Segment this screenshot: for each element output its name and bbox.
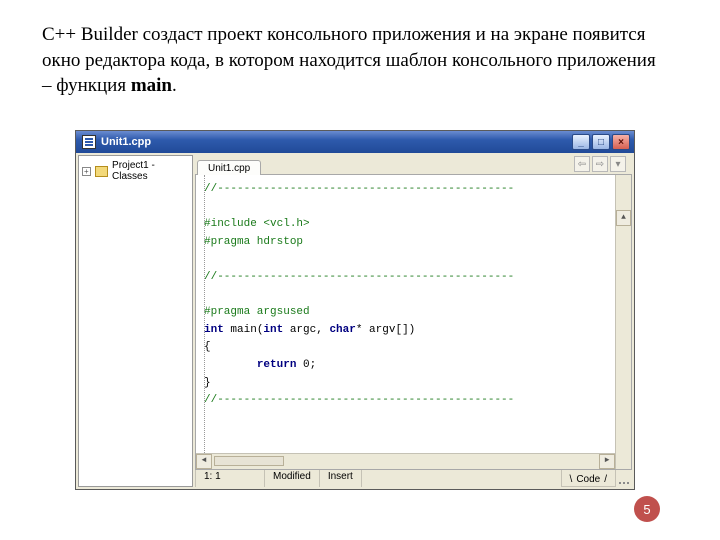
- horizontal-scrollbar[interactable]: ◄ ►: [196, 453, 615, 469]
- scroll-thumb[interactable]: [214, 456, 284, 466]
- status-insert-mode: Insert: [319, 468, 362, 487]
- title-bar[interactable]: Unit1.cpp _ □ ×: [76, 131, 634, 153]
- tree-root-row[interactable]: + Project1 - Classes: [82, 160, 189, 182]
- nav-dropdown-button[interactable]: ▾: [610, 156, 626, 172]
- vertical-scrollbar[interactable]: ▲ ▼: [615, 175, 631, 469]
- scroll-left-icon[interactable]: ◄: [196, 454, 212, 469]
- tree-expander-icon[interactable]: +: [82, 167, 91, 176]
- editor-window: Unit1.cpp _ □ × + Project1 - Classes Uni…: [75, 130, 635, 490]
- status-modified: Modified: [264, 468, 320, 487]
- tree-root-label: Project1 - Classes: [112, 160, 189, 182]
- code-editor[interactable]: //--------------------------------------…: [195, 175, 632, 470]
- window-title: Unit1.cpp: [101, 136, 572, 148]
- document-icon: [82, 135, 96, 149]
- caption-text: C++ Builder создаст проект консольного п…: [42, 22, 662, 99]
- folder-icon: [95, 166, 108, 177]
- project-tree[interactable]: + Project1 - Classes: [78, 155, 193, 487]
- view-code-tab[interactable]: \Code/: [561, 468, 616, 487]
- status-cursor-pos: 1: 1: [195, 468, 265, 487]
- minimize-button[interactable]: _: [572, 134, 590, 150]
- editor-tab-bar: Unit1.cpp ⇦ ⇨ ▾: [195, 155, 632, 175]
- maximize-button[interactable]: □: [592, 134, 610, 150]
- close-button[interactable]: ×: [612, 134, 630, 150]
- nav-forward-button[interactable]: ⇨: [592, 156, 608, 172]
- status-bar: 1: 1 Modified Insert \Code/: [195, 467, 632, 487]
- nav-back-button[interactable]: ⇦: [574, 156, 590, 172]
- tab-unit1[interactable]: Unit1.cpp: [197, 160, 261, 175]
- gutter-line: [204, 175, 205, 469]
- scroll-right-icon[interactable]: ►: [599, 454, 615, 469]
- scroll-up-icon[interactable]: ▲: [616, 210, 631, 226]
- resize-grip-icon[interactable]: [616, 468, 632, 487]
- page-number-badge: 5: [634, 496, 660, 522]
